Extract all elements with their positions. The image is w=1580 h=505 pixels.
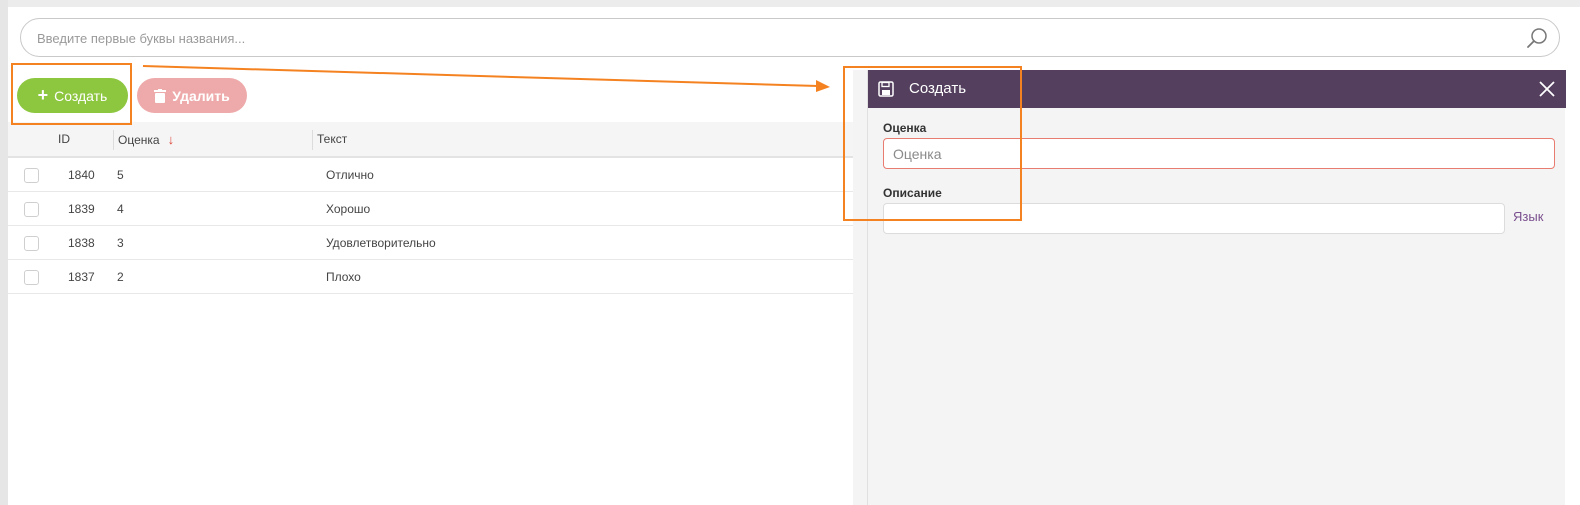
description-label: Описание [883, 186, 942, 200]
cell-text: Удовлетворительно [326, 236, 436, 250]
save-icon[interactable] [878, 81, 894, 97]
cell-id: 1838 [68, 236, 95, 250]
panel-title: Создать [909, 80, 967, 97]
delete-button[interactable]: Удалить [137, 78, 247, 113]
search-icon[interactable] [1525, 26, 1549, 50]
cell-id: 1837 [68, 270, 95, 284]
table-row[interactable]: 1839 4 Хорошо [8, 192, 853, 226]
description-field[interactable] [883, 203, 1505, 234]
column-header-id[interactable]: ID [58, 132, 70, 146]
cell-text: Хорошо [326, 202, 371, 216]
column-header-rating[interactable]: Оценка ↓ [118, 132, 174, 147]
column-header-text[interactable]: Текст [317, 132, 347, 146]
table-header: ID Оценка ↓ Текст [8, 122, 853, 158]
create-button[interactable]: + Создать [17, 78, 128, 113]
row-checkbox[interactable] [24, 168, 39, 183]
table-row[interactable]: 1838 3 Удовлетворительно [8, 226, 853, 260]
panel-gutter [853, 70, 867, 505]
search-bar [20, 18, 1560, 57]
cell-rating: 3 [117, 236, 124, 250]
top-strip [0, 0, 1580, 7]
table-row[interactable]: 1840 5 Отлично [8, 158, 853, 192]
rating-field[interactable] [883, 138, 1555, 169]
cell-id: 1839 [68, 202, 95, 216]
create-button-label: Создать [54, 87, 108, 104]
plus-icon: + [37, 84, 49, 105]
cell-rating: 2 [117, 270, 124, 284]
column-separator [113, 130, 114, 150]
close-icon[interactable] [1538, 80, 1556, 98]
cell-rating: 5 [117, 168, 124, 182]
data-table: ID Оценка ↓ Текст 1840 5 Отлично 1839 4 Х… [8, 122, 853, 505]
row-checkbox[interactable] [24, 236, 39, 251]
cell-rating: 4 [117, 202, 124, 216]
delete-button-label: Удалить [172, 87, 230, 104]
rating-label: Оценка [883, 121, 927, 135]
language-link[interactable]: Язык [1513, 209, 1543, 224]
search-input[interactable] [37, 28, 1517, 48]
column-header-rating-label: Оценка [118, 133, 160, 147]
cell-text: Отлично [326, 168, 374, 182]
column-separator [312, 130, 313, 150]
left-edge [0, 0, 8, 505]
cell-id: 1840 [68, 168, 95, 182]
panel-header: Создать [868, 70, 1566, 108]
create-panel: Создать Оценка Описание Язык [867, 70, 1566, 505]
row-checkbox[interactable] [24, 202, 39, 217]
row-checkbox[interactable] [24, 270, 39, 285]
sort-down-arrow-icon: ↓ [167, 132, 175, 147]
table-row[interactable]: 1837 2 Плохо [8, 260, 853, 294]
trash-icon [154, 88, 167, 103]
cell-text: Плохо [326, 270, 361, 284]
